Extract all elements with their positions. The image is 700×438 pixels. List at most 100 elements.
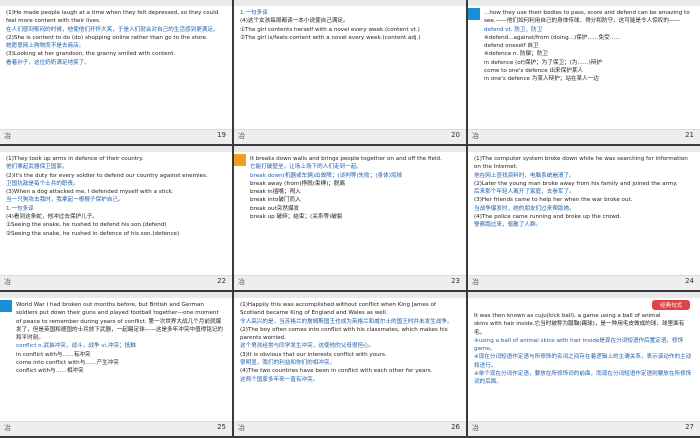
slide-21[interactable]: ...how they use their bodies to pass, sc… <box>468 0 700 144</box>
slide-header <box>468 146 700 152</box>
slide-body: 1.一句多译 (4)这个女孩每周都读一本小说使自己满足。 ①The girl c… <box>240 9 460 128</box>
slide-27[interactable]: 经典句式 It was then known as cuju(kick ball… <box>468 292 700 436</box>
text-line: 她愿意网上购物而不是去商店。 <box>6 43 85 50</box>
slide-footer: 冶 24 <box>468 275 700 290</box>
text-line: ※using a ball of animal skins with hair … <box>474 337 684 353</box>
text-line: feel more content with their lives. <box>6 18 101 25</box>
slide-number: 19 <box>217 131 226 139</box>
text-line: ①Seeing the snake, he rushed to defend h… <box>6 222 167 229</box>
text-line: 卫国抗敌是每个士兵的职责。 <box>6 180 79 187</box>
slide-grid: (1)He made people laugh at a time when t… <box>0 0 700 438</box>
slide-body: World War I had broken out months before… <box>16 301 226 420</box>
text-line: ※现在分词短语作定语与所修饰的名词之间存在着逻辑上的主谓关系，表示该动作的主动和… <box>474 354 692 369</box>
slide-23[interactable]: It breaks down walls and brings people t… <box>234 146 466 290</box>
text-line: 在人们感到郁闷的时候，他使他们开怀大笑，于是人们就会对自己的生活感到更满足。 <box>6 26 219 33</box>
slide-header <box>468 0 700 6</box>
slide-body: It was then known as cuju(kick ball), a … <box>474 312 694 420</box>
text-line: conflict n.武装冲突，战斗，战争 vi.冲突；抵触 <box>16 343 136 350</box>
slide-number: 21 <box>685 131 694 139</box>
text-line: break out突然爆发 <box>250 205 300 212</box>
slide-body: It breaks down walls and brings people t… <box>250 155 460 274</box>
text-line: break into破门而入 <box>250 197 301 204</box>
slide-25[interactable]: World War I had broken out months before… <box>0 292 232 436</box>
text-line: (2)Later the young man broke away from h… <box>474 180 678 187</box>
slide-header <box>0 292 232 298</box>
text-line: conflict with与……相冲突 <box>16 368 84 375</box>
slide-footer: 冶 20 <box>234 129 466 144</box>
text-line: see.——他们如何利用自己的身体传球、得分和防守，这可能是令人惊叹的—— <box>484 18 681 25</box>
text-line: break up 破碎；结束；(关系等)破裂 <box>250 214 343 221</box>
text-line: (4)看到这条蛇，他冲过去保护儿子。 <box>6 214 98 221</box>
text-line: skins with hair inside.它当时被称为蹴鞠(踢球)，是一种用… <box>474 321 685 336</box>
text-line: (3)Her friends came to help her when the… <box>474 197 633 204</box>
text-line: (3)When a dog attacked me, I defended my… <box>6 189 174 196</box>
text-line: ②The girl is/feels content with a novel … <box>240 34 421 41</box>
text-line: 他在网上查找资料时，电脑系统崩溃了。 <box>474 172 575 179</box>
slide-19[interactable]: (1)He made people laugh at a time when t… <box>0 0 232 144</box>
text-line: soldiers put down their guns and played … <box>16 310 219 317</box>
slide-header <box>234 146 466 152</box>
slide-number: 22 <box>217 277 226 285</box>
footer-label: 冶 <box>238 132 245 140</box>
text-line: (1)They took up arms in defence of their… <box>6 156 144 162</box>
text-line: (3)Looking at her grandson, the granny s… <box>6 51 176 58</box>
slide-header <box>234 292 466 298</box>
slide-22[interactable]: (1)They took up arms in defence of their… <box>0 146 232 290</box>
text-line: (1)The computer system broke down while … <box>474 156 688 162</box>
slide-number: 25 <box>217 423 226 431</box>
text-line: 看着孙子，这位奶奶满足地笑了。 <box>6 59 90 66</box>
slide-header <box>0 0 232 6</box>
slide-20[interactable]: 1.一句多译 (4)这个女孩每周都读一本小说使自己满足。 ①The girl c… <box>234 0 466 144</box>
text-line: come to one's defence 出来保护某人 <box>484 68 584 75</box>
text-line: World War I had broken out months before… <box>16 302 204 308</box>
text-line: in defence (of)保护；为了保卫；(为……)辩护 <box>484 59 602 66</box>
text-line: ...how they use their bodies to pass, sc… <box>484 10 690 16</box>
footer-label: 冶 <box>4 424 11 432</box>
footer-label: 冶 <box>238 424 245 432</box>
slide-26[interactable]: (1)Happily this was accomplished without… <box>234 292 466 436</box>
slide-number: 27 <box>685 423 694 431</box>
text-line: 1.一句多译 <box>6 205 34 212</box>
text-line: come into conflict with与……产生冲突 <box>16 360 119 367</box>
text-line: (4)The two countries have been in confli… <box>240 368 433 375</box>
text-line: (2)The boy often comes into conflict wit… <box>240 326 448 333</box>
text-line: (3)It is obvious that our interests conf… <box>240 351 387 358</box>
footer-label: 冶 <box>472 132 479 140</box>
text-line: 很明显，我们的利益和你们的相冲突。 <box>240 360 336 367</box>
slide-header <box>468 292 700 298</box>
text-line: 后来那个年轻人离开了家庭，去参军了。 <box>474 189 575 196</box>
text-line: ※单个现在分词作定语，要放在所修饰词的前面。而现在分词短语作定语则要放在所修饰词… <box>474 371 692 386</box>
text-line: ※defend...against/from (doing...)保护……免受…… <box>484 34 621 41</box>
text-line: 这个男孩经常与同学发生冲突，这使他的父母很担心。 <box>240 343 375 350</box>
text-line: (4)The police came running and broke up … <box>474 214 622 221</box>
text-line: 他们拿起武器保卫国家。 <box>6 164 68 171</box>
footer-label: 冶 <box>4 132 11 140</box>
slide-24[interactable]: (1)The computer system broke down while … <box>468 146 700 290</box>
slide-footer: 冶 27 <box>468 421 700 436</box>
text-line: defend vt. 防卫，防卫 <box>484 26 543 33</box>
footer-label: 冶 <box>472 424 479 432</box>
slide-number: 20 <box>451 131 460 139</box>
slide-number: 24 <box>685 277 694 285</box>
slide-body: (1)They took up arms in defence of their… <box>6 155 226 274</box>
text-line: (2)It's the duty for every soldier to de… <box>6 172 208 179</box>
text-line: It was then known as cuju(kick ball), a … <box>474 313 661 319</box>
text-line: parents worried. <box>240 335 286 342</box>
text-line: in conflict with与……有冲突 <box>16 351 91 358</box>
text-line: (1)Happily this was accomplished without… <box>240 302 436 308</box>
text-line: (2)She is content to do (do) shopping on… <box>6 34 208 41</box>
slide-footer: 冶 26 <box>234 421 466 436</box>
slide-footer: 冶 23 <box>234 275 466 290</box>
footer-label: 冶 <box>238 278 245 286</box>
footer-label: 冶 <box>472 278 479 286</box>
slide-marker <box>0 300 12 312</box>
text-line: ②Seeing the snake, he rushed in defence … <box>6 230 180 237</box>
text-line: It breaks down walls and brings people t… <box>250 156 442 162</box>
text-line: 1.一句多译 <box>240 10 268 16</box>
text-line: Scotland became King of England and Wale… <box>240 310 388 317</box>
text-line: on the Internet. <box>474 164 518 171</box>
text-line: of peace to remember during years of con… <box>16 318 223 342</box>
text-line: break down(机器或车辆)出故障；(谈判等)失败；(身体)垮掉 <box>250 172 403 179</box>
text-line: defend oneself 自卫 <box>484 43 539 50</box>
slide-footer: 冶 25 <box>0 421 232 436</box>
